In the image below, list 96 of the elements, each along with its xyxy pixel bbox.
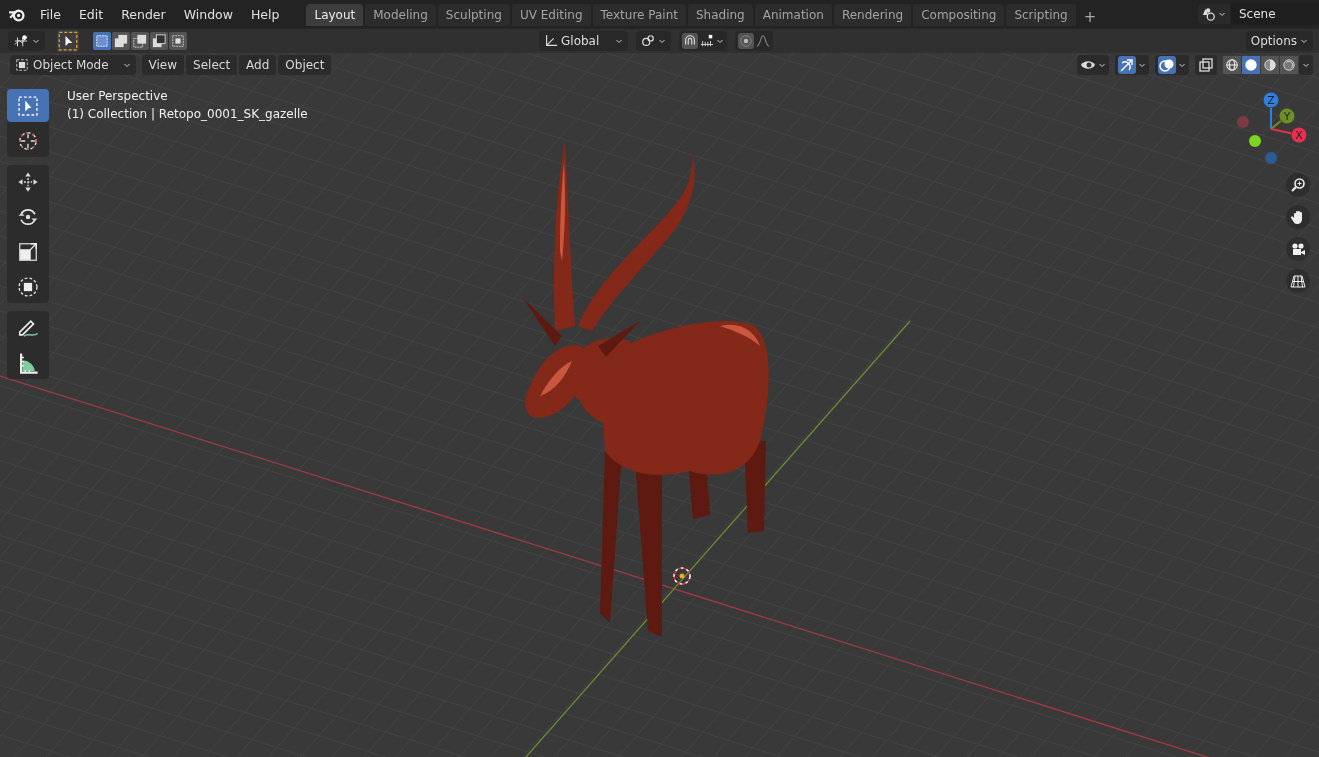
rendered-sphere-icon — [1282, 58, 1296, 72]
axis-label: Y — [1283, 110, 1291, 123]
caret-icon — [1098, 61, 1106, 69]
wireframe-sphere-icon — [1225, 58, 1239, 72]
gizmo-toggle[interactable] — [1115, 55, 1149, 75]
selection-mode-button[interactable] — [131, 32, 149, 50]
pivot-icon — [641, 34, 656, 48]
menu-item[interactable]: Render — [112, 3, 175, 25]
selection-mode-button[interactable] — [169, 32, 187, 50]
workspace-tab[interactable]: Scripting — [1006, 4, 1076, 26]
falloff-curve-icon — [756, 34, 771, 48]
viewport-menu[interactable]: Add — [239, 55, 277, 75]
mode-dropdown[interactable]: Object Mode — [10, 55, 136, 75]
axis-dot[interactable] — [1279, 108, 1295, 124]
axis-dot[interactable] — [1291, 127, 1307, 143]
axis-dot[interactable] — [1263, 92, 1279, 108]
editor-type-icon — [13, 34, 29, 48]
workspace-tab[interactable]: Animation — [754, 4, 832, 26]
xray-squares-icon — [1198, 57, 1214, 73]
workspace-tab[interactable]: Sculpting — [437, 4, 510, 26]
menu-item[interactable]: Help — [241, 3, 289, 25]
viewport-menu[interactable]: Object — [278, 55, 332, 75]
workspace-tab[interactable]: Texture Paint — [592, 4, 686, 26]
caret-icon — [658, 37, 667, 45]
workspace-tab[interactable]: Modeling — [365, 4, 436, 26]
menu-item[interactable]: Edit — [69, 3, 113, 25]
selection-mode-button[interactable] — [150, 32, 168, 50]
axis-label: X — [1295, 129, 1303, 142]
transform-icon — [17, 275, 39, 298]
editor-type-dropdown[interactable] — [8, 31, 45, 51]
menu-item[interactable]: File — [31, 3, 70, 25]
axis-label: Z — [1267, 94, 1275, 107]
movie-camera-icon — [1290, 241, 1306, 257]
negative-axis-dot[interactable] — [1265, 152, 1277, 164]
workspace-tab[interactable]: Rendering — [833, 4, 912, 26]
workspace-tab[interactable]: UV Editing — [511, 4, 591, 26]
material-sphere-icon — [1263, 58, 1277, 72]
increment-icon — [700, 34, 715, 48]
caret-icon — [32, 37, 40, 45]
zoom-icon — [1290, 177, 1306, 193]
overlays-toggle[interactable] — [1155, 55, 1189, 75]
negative-axis-dot[interactable] — [1249, 135, 1261, 147]
pivot-dropdown[interactable] — [636, 31, 672, 51]
workspace-tab[interactable]: Shading — [687, 4, 753, 26]
solid-sphere-icon — [1244, 58, 1258, 72]
scene-selector[interactable] — [1198, 4, 1230, 24]
active-object-label: (1) Collection | Retopo_0001_SK_gazelle — [67, 106, 308, 123]
caret-icon — [122, 61, 131, 69]
object-mode-icon — [15, 58, 29, 72]
xray-toggle[interactable] — [1195, 55, 1217, 75]
3d-cursor-icon — [673, 567, 691, 585]
caret-icon — [1178, 61, 1186, 69]
options-dropdown[interactable]: Options — [1245, 31, 1313, 51]
caret-icon — [1138, 61, 1146, 69]
selection-mode-icon — [95, 34, 109, 48]
axes-icon — [544, 34, 558, 48]
caret-icon — [1302, 61, 1310, 69]
visibility-dropdown[interactable] — [1077, 55, 1109, 75]
selection-mode-icon — [133, 34, 147, 48]
shading-mode-button[interactable] — [1280, 56, 1298, 74]
viewport-menu[interactable]: Select — [186, 55, 238, 75]
selection-mode-icon — [114, 34, 128, 48]
selection-mode-icon — [152, 34, 166, 48]
grid-icon — [1290, 273, 1306, 289]
cursor-icon — [17, 129, 39, 152]
caret-icon — [716, 37, 725, 45]
shading-mode-button[interactable] — [1223, 56, 1241, 74]
shading-dropdown[interactable] — [1299, 55, 1313, 75]
gizmo-arrows-icon — [1119, 57, 1135, 73]
selection-mode-button[interactable] — [112, 32, 130, 50]
negative-axis-dot[interactable] — [1237, 116, 1249, 128]
overlays-circles-icon — [1159, 57, 1175, 73]
select-box-icon — [17, 94, 39, 117]
shading-mode-button[interactable] — [1261, 56, 1279, 74]
caret-icon — [1300, 37, 1308, 45]
caret-icon — [1218, 10, 1226, 18]
shading-mode-button[interactable] — [1242, 56, 1260, 74]
magnet-icon — [683, 34, 698, 48]
workspace-tab[interactable]: Layout — [306, 4, 364, 26]
selection-mode-icon — [171, 34, 185, 48]
snap-control[interactable] — [679, 31, 728, 51]
orientation-dropdown[interactable]: Global — [539, 31, 629, 51]
scale-icon — [17, 240, 39, 263]
workspace-tab[interactable]: Compositing — [913, 4, 1005, 26]
scene-icon — [1202, 7, 1216, 21]
viewport-menu[interactable]: View — [141, 55, 185, 75]
select-tool-button[interactable] — [57, 30, 79, 52]
view-name-label: User Perspective — [67, 88, 169, 105]
caret-icon — [615, 37, 624, 45]
move-icon — [17, 170, 39, 193]
add-workspace-button[interactable]: + — [1077, 8, 1103, 26]
proportional-editing-control[interactable] — [735, 31, 774, 51]
scene-name-field[interactable]: Scene — [1231, 3, 1319, 25]
proportional-icon — [739, 34, 754, 48]
menu-item[interactable]: Window — [174, 3, 242, 25]
ruler-icon — [17, 351, 39, 374]
